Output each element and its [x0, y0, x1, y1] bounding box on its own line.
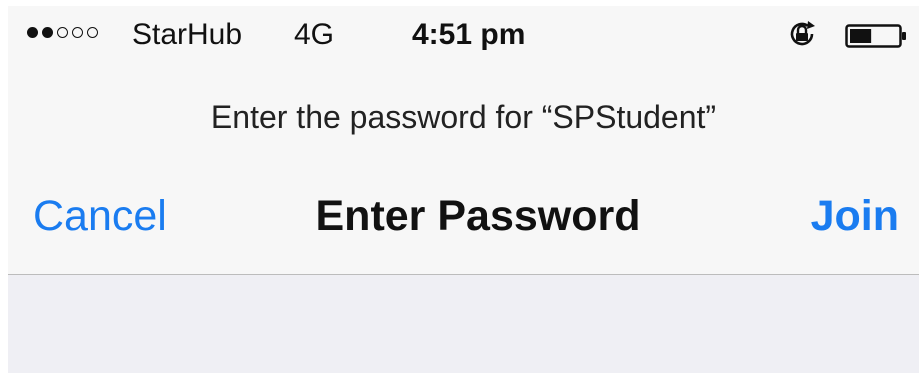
signal-strength-icon: [27, 27, 98, 38]
network-type: 4G: [294, 18, 335, 51]
password-prompt: Enter the password for “SPStudent”: [210, 99, 717, 135]
signal-dot-empty: [87, 27, 98, 38]
status-bar: StarHub 4G 4:51 pm: [8, 6, 919, 64]
rotation-lock-icon: [790, 21, 815, 46]
signal-dot-filled: [42, 27, 53, 38]
signal-dot-empty: [57, 27, 68, 38]
cancel-button[interactable]: Cancel: [33, 191, 167, 241]
password-screen: StarHub 4G 4:51 pm Enter the password fo…: [8, 6, 919, 373]
status-time: 4:51 pm: [412, 18, 526, 51]
password-form-area: [8, 275, 919, 373]
page-title: Enter Password: [315, 192, 641, 240]
carrier-name: StarHub: [132, 18, 243, 51]
battery-icon: [845, 24, 906, 48]
navigation-bar: Cancel Enter Password Join: [8, 184, 919, 252]
signal-dot-empty: [72, 27, 83, 38]
signal-dot-filled: [27, 27, 38, 38]
join-button[interactable]: Join: [811, 191, 899, 241]
